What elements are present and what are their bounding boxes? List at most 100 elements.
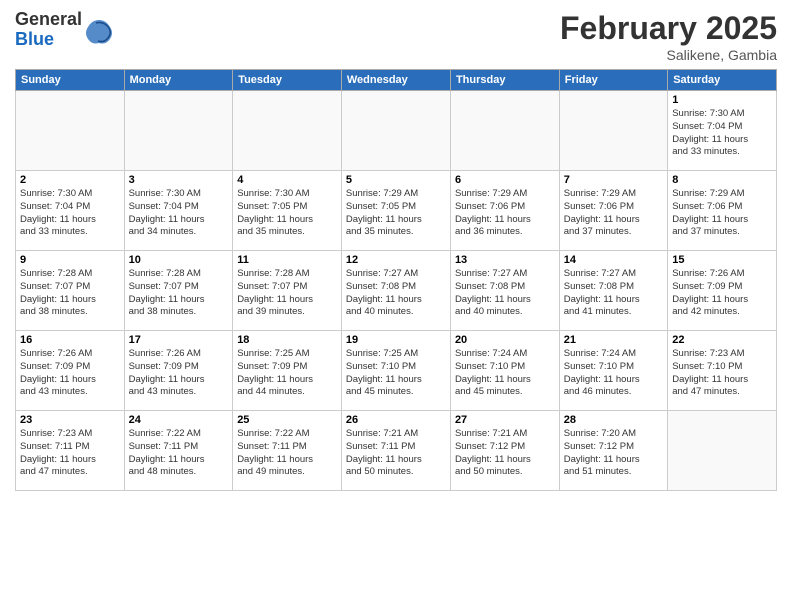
weekday-header-row: SundayMondayTuesdayWednesdayThursdayFrid…: [16, 70, 777, 91]
day-number: 11: [237, 254, 337, 266]
day-cell: 13 Sunrise: 7:27 AM Sunset: 7:08 PM Dayli…: [450, 251, 559, 331]
calendar-table: SundayMondayTuesdayWednesdayThursdayFrid…: [15, 69, 777, 491]
day-cell: [559, 91, 667, 171]
day-info: Sunrise: 7:28 AM Sunset: 7:07 PM Dayligh…: [237, 268, 337, 319]
day-number: 16: [20, 334, 120, 346]
day-cell: [341, 91, 450, 171]
weekday-header-saturday: Saturday: [668, 70, 777, 91]
day-number: 22: [672, 334, 772, 346]
day-number: 2: [20, 174, 120, 186]
day-info: Sunrise: 7:23 AM Sunset: 7:11 PM Dayligh…: [20, 428, 120, 479]
day-number: 15: [672, 254, 772, 266]
day-cell: 20Sunrise: 7:24 AM Sunset: 7:10 PM Dayli…: [450, 331, 559, 411]
day-cell: 8Sunrise: 7:29 AM Sunset: 7:06 PM Daylig…: [668, 171, 777, 251]
day-cell: 26 Sunrise: 7:21 AM Sunset: 7:11 PM Dayli…: [341, 411, 450, 491]
day-cell: 12Sunrise: 7:27 AM Sunset: 7:08 PM Dayli…: [341, 251, 450, 331]
day-cell: 6 Sunrise: 7:29 AM Sunset: 7:06 PM Daylig…: [450, 171, 559, 251]
weekday-header-sunday: Sunday: [16, 70, 125, 91]
day-cell: 1Sunrise: 7:30 AM Sunset: 7:04 PM Daylig…: [668, 91, 777, 171]
day-cell: 19 Sunrise: 7:25 AM Sunset: 7:10 PM Dayli…: [341, 331, 450, 411]
day-number: 19: [346, 334, 446, 346]
day-cell: 5Sunrise: 7:29 AM Sunset: 7:05 PM Daylig…: [341, 171, 450, 251]
logo-general: General: [15, 10, 82, 30]
day-cell: 17 Sunrise: 7:26 AM Sunset: 7:09 PM Dayli…: [124, 331, 233, 411]
day-cell: [124, 91, 233, 171]
day-info: Sunrise: 7:26 AM Sunset: 7:09 PM Dayligh…: [20, 348, 120, 399]
day-info: Sunrise: 7:27 AM Sunset: 7:08 PM Dayligh…: [346, 268, 446, 319]
day-cell: 15 Sunrise: 7:26 AM Sunset: 7:09 PM Dayli…: [668, 251, 777, 331]
day-cell: 14 Sunrise: 7:27 AM Sunset: 7:08 PM Dayli…: [559, 251, 667, 331]
day-info: Sunrise: 7:29 AM Sunset: 7:06 PM Dayligh…: [672, 188, 772, 239]
day-info: Sunrise: 7:25 AM Sunset: 7:10 PM Dayligh…: [346, 348, 446, 399]
day-info: Sunrise: 7:30 AM Sunset: 7:04 PM Dayligh…: [20, 188, 120, 239]
weekday-header-friday: Friday: [559, 70, 667, 91]
day-cell: 27Sunrise: 7:21 AM Sunset: 7:12 PM Dayli…: [450, 411, 559, 491]
day-cell: 3 Sunrise: 7:30 AM Sunset: 7:04 PM Daylig…: [124, 171, 233, 251]
day-number: 7: [564, 174, 663, 186]
weekday-header-wednesday: Wednesday: [341, 70, 450, 91]
day-number: 13: [455, 254, 555, 266]
day-number: 18: [237, 334, 337, 346]
day-info: Sunrise: 7:21 AM Sunset: 7:12 PM Dayligh…: [455, 428, 555, 479]
day-cell: 21Sunrise: 7:24 AM Sunset: 7:10 PM Dayli…: [559, 331, 667, 411]
day-cell: 9 Sunrise: 7:28 AM Sunset: 7:07 PM Daylig…: [16, 251, 125, 331]
calendar-title: February 2025: [560, 10, 777, 47]
day-info: Sunrise: 7:30 AM Sunset: 7:04 PM Dayligh…: [129, 188, 229, 239]
week-row-2: 2 Sunrise: 7:30 AM Sunset: 7:04 PM Daylig…: [16, 171, 777, 251]
weekday-header-monday: Monday: [124, 70, 233, 91]
header-row: General Blue February 2025 Salikene, Gam…: [15, 10, 777, 63]
day-info: Sunrise: 7:25 AM Sunset: 7:09 PM Dayligh…: [237, 348, 337, 399]
day-info: Sunrise: 7:20 AM Sunset: 7:12 PM Dayligh…: [564, 428, 663, 479]
day-info: Sunrise: 7:30 AM Sunset: 7:04 PM Dayligh…: [672, 108, 772, 159]
day-info: Sunrise: 7:26 AM Sunset: 7:09 PM Dayligh…: [129, 348, 229, 399]
day-info: Sunrise: 7:28 AM Sunset: 7:07 PM Dayligh…: [129, 268, 229, 319]
logo-icon: [84, 15, 114, 45]
day-cell: 10Sunrise: 7:28 AM Sunset: 7:07 PM Dayli…: [124, 251, 233, 331]
week-row-1: 1Sunrise: 7:30 AM Sunset: 7:04 PM Daylig…: [16, 91, 777, 171]
day-number: 9: [20, 254, 120, 266]
logo: General Blue: [15, 10, 114, 50]
logo-blue: Blue: [15, 30, 82, 50]
day-number: 26: [346, 414, 446, 426]
day-info: Sunrise: 7:27 AM Sunset: 7:08 PM Dayligh…: [455, 268, 555, 319]
day-cell: 2 Sunrise: 7:30 AM Sunset: 7:04 PM Daylig…: [16, 171, 125, 251]
day-cell: 7Sunrise: 7:29 AM Sunset: 7:06 PM Daylig…: [559, 171, 667, 251]
day-cell: 23 Sunrise: 7:23 AM Sunset: 7:11 PM Dayli…: [16, 411, 125, 491]
weekday-header-tuesday: Tuesday: [233, 70, 342, 91]
day-cell: 22 Sunrise: 7:23 AM Sunset: 7:10 PM Dayli…: [668, 331, 777, 411]
page-container: General Blue February 2025 Salikene, Gam…: [0, 0, 792, 501]
day-cell: 16 Sunrise: 7:26 AM Sunset: 7:09 PM Dayli…: [16, 331, 125, 411]
day-info: Sunrise: 7:28 AM Sunset: 7:07 PM Dayligh…: [20, 268, 120, 319]
week-row-4: 16 Sunrise: 7:26 AM Sunset: 7:09 PM Dayli…: [16, 331, 777, 411]
day-info: Sunrise: 7:24 AM Sunset: 7:10 PM Dayligh…: [455, 348, 555, 399]
day-number: 21: [564, 334, 663, 346]
day-number: 5: [346, 174, 446, 186]
day-number: 14: [564, 254, 663, 266]
day-cell: 28 Sunrise: 7:20 AM Sunset: 7:12 PM Dayli…: [559, 411, 667, 491]
day-cell: 24 Sunrise: 7:22 AM Sunset: 7:11 PM Dayli…: [124, 411, 233, 491]
calendar-subtitle: Salikene, Gambia: [560, 47, 777, 63]
logo-text: General Blue: [15, 10, 82, 50]
day-info: Sunrise: 7:30 AM Sunset: 7:05 PM Dayligh…: [237, 188, 337, 239]
day-number: 6: [455, 174, 555, 186]
day-number: 23: [20, 414, 120, 426]
day-info: Sunrise: 7:26 AM Sunset: 7:09 PM Dayligh…: [672, 268, 772, 319]
day-number: 17: [129, 334, 229, 346]
day-cell: [668, 411, 777, 491]
weekday-header-thursday: Thursday: [450, 70, 559, 91]
day-number: 25: [237, 414, 337, 426]
day-number: 24: [129, 414, 229, 426]
day-cell: [233, 91, 342, 171]
day-number: 28: [564, 414, 663, 426]
day-info: Sunrise: 7:22 AM Sunset: 7:11 PM Dayligh…: [237, 428, 337, 479]
day-cell: [450, 91, 559, 171]
day-cell: [16, 91, 125, 171]
day-info: Sunrise: 7:22 AM Sunset: 7:11 PM Dayligh…: [129, 428, 229, 479]
day-info: Sunrise: 7:29 AM Sunset: 7:06 PM Dayligh…: [455, 188, 555, 239]
day-cell: 18 Sunrise: 7:25 AM Sunset: 7:09 PM Dayli…: [233, 331, 342, 411]
day-number: 3: [129, 174, 229, 186]
day-info: Sunrise: 7:23 AM Sunset: 7:10 PM Dayligh…: [672, 348, 772, 399]
day-info: Sunrise: 7:21 AM Sunset: 7:11 PM Dayligh…: [346, 428, 446, 479]
day-info: Sunrise: 7:27 AM Sunset: 7:08 PM Dayligh…: [564, 268, 663, 319]
week-row-3: 9 Sunrise: 7:28 AM Sunset: 7:07 PM Daylig…: [16, 251, 777, 331]
